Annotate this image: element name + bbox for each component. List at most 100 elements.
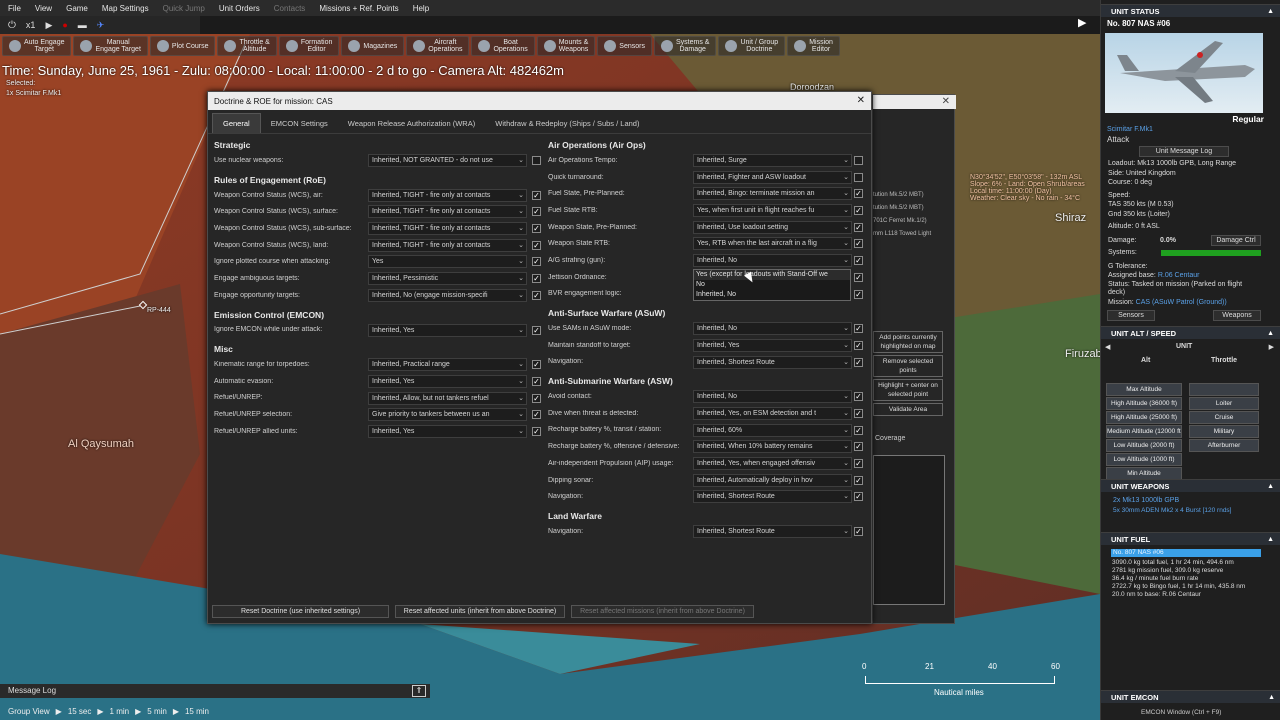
play-icon[interactable]: ▶	[45, 20, 52, 31]
altitude-button[interactable]: Medium Altitude (12000 ft)	[1106, 425, 1182, 438]
reset-doctrine-button[interactable]: Reset Doctrine (use inherited settings)	[212, 605, 389, 618]
throttle-button[interactable]	[1189, 383, 1259, 396]
setting-select[interactable]: Inherited, Shortest Route ⌄	[693, 490, 852, 504]
step-15min[interactable]: 15 min	[185, 707, 209, 716]
setting-select[interactable]: Inherited, TIGHT - fire only at contacts…	[368, 205, 527, 219]
inherit-checkbox[interactable]: ✓	[854, 289, 863, 299]
setting-select[interactable]: Inherited, Yes ⌄	[368, 323, 527, 337]
toolbar-button[interactable]: Plot Course	[149, 36, 216, 56]
step-15sec[interactable]: 15 sec	[68, 707, 92, 716]
altitude-button[interactable]: High Altitude (36000 ft)	[1106, 397, 1182, 410]
setting-select[interactable]: Inherited, Shortest Route ⌄	[693, 355, 852, 369]
toolbar-button[interactable]: Unit / Group Doctrine	[718, 36, 786, 56]
inherit-checkbox[interactable]: ✓	[854, 442, 863, 452]
setting-select[interactable]: Inherited, Automatically deploy in hov ⌄	[693, 473, 852, 487]
setting-select[interactable]: Yes ⌄	[368, 255, 527, 269]
damage-ctrl-button[interactable]: Damage Ctrl	[1211, 234, 1261, 246]
menu-item[interactable]: Game	[66, 4, 88, 13]
altitude-button[interactable]: High Altitude (25000 ft)	[1106, 411, 1182, 424]
setting-select[interactable]: Inherited, Shortest Route ⌄	[693, 525, 852, 539]
collapse-arrow-icon[interactable]: ▶	[1078, 16, 1086, 29]
setting-select[interactable]: Inherited, 60% ⌄	[693, 423, 852, 437]
menu-item[interactable]: Quick Jump	[163, 4, 205, 13]
setting-select[interactable]: Inherited, When 10% battery remains ⌄	[693, 440, 852, 454]
setting-select[interactable]: Inherited, Pessimistic ⌄	[368, 272, 527, 286]
dropdown-option[interactable]: Inherited, No	[694, 290, 850, 300]
highlight-point-button[interactable]: Highlight + center on selected point	[873, 379, 943, 401]
setting-select[interactable]: Yes, RTB when the last aircraft in a fli…	[693, 237, 852, 251]
toolbar-button[interactable]: Manual Engage Target	[73, 36, 148, 56]
inherit-checkbox[interactable]: ✓	[854, 527, 863, 537]
altitude-button[interactable]: Max Altitude	[1106, 383, 1182, 396]
setting-select[interactable]: Inherited, No ⌄	[693, 390, 852, 404]
inherit-checkbox[interactable]: ✓	[854, 459, 863, 468]
throttle-button[interactable]: Afterburner	[1189, 439, 1259, 452]
dialog-tab[interactable]: General	[212, 113, 261, 133]
dialog-title-bar[interactable]: Doctrine & ROE for mission: CAS ✕	[208, 92, 871, 110]
expand-icon[interactable]: ⇑	[412, 685, 426, 697]
setting-select[interactable]: Inherited, TIGHT - fire only at contacts…	[368, 222, 527, 236]
inherit-checkbox[interactable]	[854, 172, 863, 182]
setting-select[interactable]: Inherited, No (engage mission-specifi ⌄	[368, 288, 527, 302]
toolbar-button[interactable]: Boat Operations	[471, 36, 535, 56]
toolbar-button[interactable]: Formation Editor	[278, 36, 340, 56]
inherit-checkbox[interactable]: ✓	[532, 274, 541, 284]
toolbar-button[interactable]: Aircraft Operations	[406, 36, 470, 56]
toolbar-button[interactable]: Auto Engage Target	[2, 36, 72, 56]
inherit-checkbox[interactable]	[532, 156, 541, 165]
altitude-button[interactable]: Low Altitude (1000 ft)	[1106, 453, 1182, 466]
inherit-checkbox[interactable]: ✓	[854, 408, 863, 418]
add-points-button[interactable]: Add points currently highlighted on map	[873, 331, 943, 353]
setting-select[interactable]: Inherited, No ⌄	[693, 254, 852, 268]
unit-emcon-header[interactable]: UNIT EMCON ▲	[1101, 690, 1280, 703]
menu-item[interactable]: Help	[413, 4, 429, 13]
inherit-checkbox[interactable]: ✓	[854, 272, 863, 282]
inherit-checkbox[interactable]: ✓	[532, 190, 541, 200]
menu-item[interactable]: Missions + Ref. Points	[319, 4, 398, 13]
record-icon[interactable]: ●	[62, 20, 67, 30]
altitude-button[interactable]: Low Altitude (2000 ft)	[1106, 439, 1182, 452]
throttle-button[interactable]: Loiter	[1189, 397, 1259, 410]
right-arrow-icon[interactable]: ▶	[1269, 343, 1274, 351]
toolbar-button[interactable]: Sensors	[597, 36, 652, 56]
sensors-button[interactable]: Sensors	[1107, 310, 1155, 321]
mission-link[interactable]: CAS (ASuW Patrol (Ground))	[1136, 299, 1227, 306]
setting-select[interactable]: Inherited, Allow, but not tankers refuel…	[368, 391, 527, 405]
inherit-checkbox[interactable]: ✓	[532, 290, 541, 300]
inherit-checkbox[interactable]: ✓	[532, 410, 541, 420]
throttle-button[interactable]: Cruise	[1189, 411, 1259, 424]
toolbar-button[interactable]: Systems & Damage	[653, 36, 717, 56]
dropdown-option[interactable]: No	[694, 280, 850, 290]
inherit-checkbox[interactable]: ✓	[854, 324, 863, 334]
left-arrow-icon[interactable]: ◀	[1105, 343, 1110, 351]
toolbar-button[interactable]: Mission Editor	[787, 36, 840, 56]
inherit-checkbox[interactable]	[854, 156, 863, 165]
menu-item[interactable]: Map Settings	[102, 4, 149, 13]
inherit-checkbox[interactable]: ✓	[854, 357, 863, 367]
sim-speed[interactable]: x1	[26, 20, 36, 30]
setting-select[interactable]: Inherited, TIGHT - fire only at contacts…	[368, 188, 527, 202]
unit-fuel-header[interactable]: UNIT FUEL ▲	[1101, 532, 1280, 545]
menu-item[interactable]: Unit Orders	[219, 4, 260, 13]
inherit-checkbox[interactable]: ✓	[854, 475, 863, 485]
inherit-checkbox[interactable]: ✓	[532, 393, 541, 403]
setting-select[interactable]: Inherited, Bingo: terminate mission an ⌄	[693, 187, 852, 201]
throttle-button[interactable]: Military	[1189, 425, 1259, 438]
setting-select[interactable]: Inherited, Yes, on ESM detection and t ⌄	[693, 406, 852, 420]
setting-select[interactable]: Inherited, Yes, when engaged offensiv ⌄	[693, 457, 852, 470]
menu-item[interactable]: File	[8, 4, 21, 13]
unit-message-log-button[interactable]: Unit Message Log	[1139, 146, 1229, 157]
alt-speed-header[interactable]: UNIT ALT / SPEED ▲	[1101, 326, 1280, 339]
unit-weapons-header[interactable]: UNIT WEAPONS ▲	[1101, 479, 1280, 492]
validate-area-button[interactable]: Validate Area	[873, 403, 943, 416]
toolbar-button[interactable]: Throttle & Altitude	[217, 36, 277, 56]
inherit-checkbox[interactable]: ✓	[532, 257, 541, 267]
setting-select[interactable]: Inherited, No ⌄	[693, 322, 852, 336]
play-icon[interactable]: ▶	[135, 707, 141, 716]
play-icon[interactable]: ▶	[97, 707, 103, 716]
inherit-checkbox[interactable]: ✓	[854, 492, 863, 502]
step-1min[interactable]: 1 min	[110, 707, 130, 716]
weapons-button[interactable]: Weapons	[1213, 310, 1261, 321]
assigned-base-link[interactable]: R.06 Centaur	[1158, 272, 1200, 279]
group-view-label[interactable]: Group View	[8, 707, 50, 716]
